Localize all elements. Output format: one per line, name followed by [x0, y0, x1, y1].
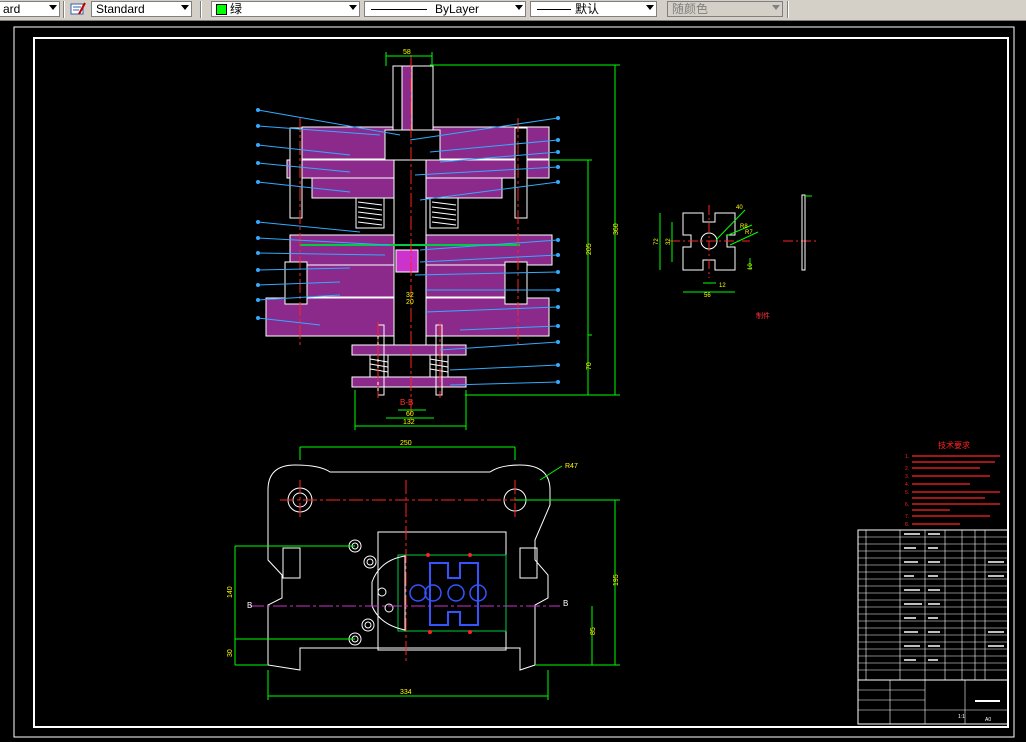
part-label: 制件	[756, 311, 770, 320]
plan-centerlines	[280, 480, 540, 662]
tech-req-item: 6.	[905, 502, 909, 508]
part-dim-d3: R7	[745, 230, 753, 236]
bill-of-materials: 1:1 A0	[857, 529, 1009, 725]
part-dim-b2: 56	[704, 293, 711, 299]
die-insert-outline	[377, 531, 507, 651]
linetype-dropdown[interactable]: ByLayer	[364, 1, 526, 17]
part-dim-d1: 40	[736, 205, 743, 211]
base-slots	[282, 547, 538, 579]
toolbar-separator	[787, 1, 789, 18]
lineweight-value: 默认	[575, 2, 600, 16]
chevron-down-icon[interactable]	[49, 5, 57, 10]
part-detail-view: 40 R8 R7 72 32 12 56 10 制件	[654, 194, 818, 320]
plan-dim-right-b: 85	[590, 627, 597, 635]
title-block-sheet: A0	[985, 717, 991, 723]
punch-holes	[409, 584, 487, 602]
toolbar-separator	[63, 1, 65, 18]
plan-dimensions	[234, 446, 620, 700]
right-spring	[429, 197, 459, 229]
plan-bolt-holes	[348, 539, 394, 646]
plan-view: 250 R47 334 140 30 195 85 B B	[227, 440, 620, 700]
section-view: 58 32 20 60 132 360 205 70 B-B	[256, 49, 620, 430]
plan-dim-radius: R47	[565, 463, 578, 470]
plan-dim-left-a: 140	[227, 586, 234, 598]
dimension-style-icon[interactable]	[70, 1, 86, 17]
tech-req-item: 1.	[905, 454, 909, 460]
technical-requirements: 技术要求 1. 2. 3. 4. 5. 6. 7. 8.	[905, 440, 1000, 528]
dim-height-mid: 205	[586, 243, 593, 255]
left-balloons	[256, 108, 260, 320]
dimension-style-value: Standard	[96, 2, 145, 16]
layer-value: 绿	[230, 2, 243, 16]
plan-dim-right-a: 195	[613, 574, 620, 586]
plan-dim-left-b: 30	[227, 649, 234, 657]
plot-style-value: 随颜色	[672, 2, 709, 16]
chevron-down-icon[interactable]	[772, 5, 780, 10]
stripper-outline	[397, 554, 507, 632]
toolbar-separator	[200, 1, 202, 18]
dim-inner-a: 32	[406, 292, 414, 299]
plan-dim-bottom: 334	[400, 689, 412, 696]
part-dim-w: 72	[654, 238, 660, 245]
ejector-plate	[351, 344, 467, 356]
dim-bottom-b: 132	[403, 419, 415, 426]
drawing-canvas[interactable]: 58 32 20 60 132 360 205 70 B-B 40 R8 R7 …	[0, 21, 1026, 742]
dimension-style-dropdown[interactable]: Standard	[91, 1, 192, 17]
dim-height-total: 360	[613, 223, 620, 235]
linetype-sample	[371, 9, 427, 10]
tech-req-text-lines	[912, 455, 1000, 525]
text-style-left-value: ard	[3, 2, 21, 16]
lineweight-sample	[537, 9, 571, 10]
chevron-down-icon[interactable]	[515, 5, 523, 10]
chevron-down-icon[interactable]	[349, 5, 357, 10]
linetype-value: ByLayer	[435, 2, 480, 16]
title-block-scale: 1:1	[958, 714, 965, 720]
tech-req-item: 4.	[905, 482, 909, 488]
tech-req-title: 技术要求	[938, 440, 970, 450]
text-style-dropdown-left[interactable]: ard	[0, 1, 60, 17]
tech-req-item: 8.	[905, 522, 909, 528]
plot-style-dropdown[interactable]: 随颜色	[667, 1, 783, 17]
bom-table	[857, 529, 1009, 681]
stop-block	[371, 555, 406, 631]
properties-toolbar: ard Standard 绿 ByLayer 默认 随颜色	[0, 0, 1026, 21]
part-dim-t: 10	[748, 263, 754, 270]
section-mark-left: B	[247, 601, 252, 610]
layer-dropdown[interactable]: 绿	[211, 1, 360, 17]
punch-tip	[395, 249, 419, 273]
tech-req-item: 3.	[905, 474, 909, 480]
dim-bottom-a: 60	[406, 411, 414, 418]
tech-req-item: 5.	[905, 490, 909, 496]
die-shank	[392, 65, 434, 131]
plan-dim-top: 250	[400, 440, 412, 447]
part-dim-b1: 12	[719, 283, 726, 289]
plan-dim-text: 250 R47 334 140 30 195 85	[227, 440, 620, 696]
right-balloons	[556, 116, 560, 384]
dim-inner-b: 20	[406, 299, 414, 306]
bom-grid	[858, 530, 1008, 680]
part-side-view	[801, 194, 806, 271]
bom-cell-text	[904, 533, 1004, 661]
layer-color-swatch	[216, 4, 227, 15]
part-dim-h: 32	[666, 238, 672, 245]
chevron-down-icon[interactable]	[181, 5, 189, 10]
part-centerlines	[670, 205, 818, 278]
section-label: B-B	[400, 398, 413, 407]
part-dim-text: 40 R8 R7 72 32 12 56 10	[654, 205, 754, 299]
right-guide-pillar	[514, 127, 528, 219]
shank-flange	[384, 129, 441, 161]
bottom-plate	[351, 376, 467, 388]
tech-req-list: 1. 2. 3. 4. 5. 6. 7. 8.	[905, 454, 909, 528]
dim-top-width: 58	[403, 49, 411, 56]
chevron-down-icon[interactable]	[646, 5, 654, 10]
section-mark-right: B	[563, 599, 568, 608]
tech-req-item: 7.	[905, 514, 909, 520]
lineweight-dropdown[interactable]: 默认	[530, 1, 657, 17]
left-spring	[355, 197, 385, 229]
tech-req-item: 2.	[905, 466, 909, 472]
right-guide-bush	[504, 261, 528, 305]
dim-height-low: 70	[586, 362, 593, 370]
